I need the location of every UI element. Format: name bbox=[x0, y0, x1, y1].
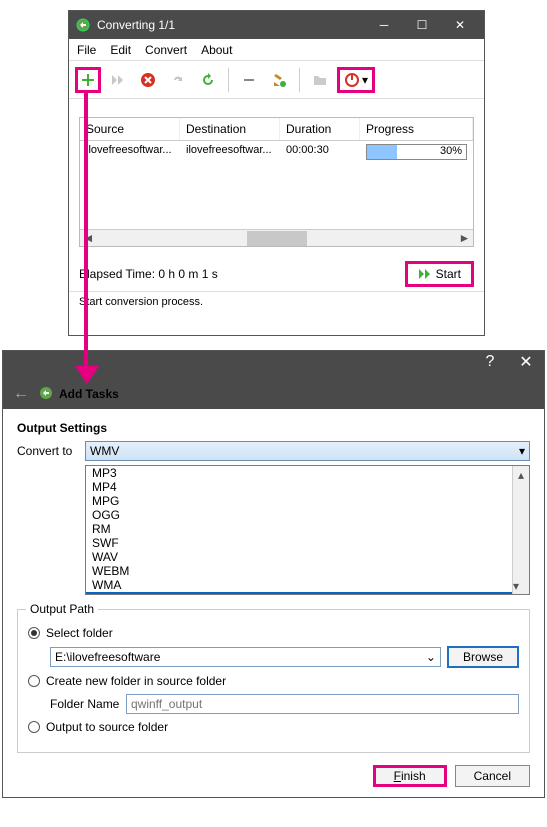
progress-label: 30% bbox=[440, 145, 462, 157]
convert-to-combo[interactable]: WMV ▾ bbox=[85, 441, 530, 461]
cell-duration: 00:00:30 bbox=[280, 141, 360, 163]
radio-label: Select folder bbox=[46, 626, 113, 640]
combo-selected-value: WMV bbox=[90, 444, 119, 458]
play-next-icon[interactable] bbox=[105, 67, 131, 93]
close-button[interactable]: ✕ bbox=[442, 14, 478, 36]
annotation-arrow bbox=[84, 92, 88, 372]
list-item[interactable]: MP3 bbox=[86, 466, 529, 480]
list-item[interactable]: MPG bbox=[86, 494, 529, 508]
output-path-legend: Output Path bbox=[26, 602, 98, 616]
cell-progress: 30% bbox=[360, 141, 473, 163]
radio-dot-icon bbox=[28, 721, 40, 733]
open-folder-icon[interactable] bbox=[307, 67, 333, 93]
refresh-icon[interactable] bbox=[195, 67, 221, 93]
add-tasks-dialog: ? ✕ ← Add Tasks Output Settings Convert … bbox=[2, 350, 545, 798]
titlebar[interactable]: Converting 1/1 ─ ☐ ✕ bbox=[69, 11, 484, 39]
list-item[interactable]: SWF bbox=[86, 536, 529, 550]
list-item[interactable]: OGG bbox=[86, 508, 529, 522]
horizontal-scrollbar[interactable]: ◄ ► bbox=[80, 229, 473, 246]
redo-icon[interactable] bbox=[165, 67, 191, 93]
radio-select-folder[interactable]: Select folder bbox=[28, 626, 519, 640]
browse-button[interactable]: Browse bbox=[447, 646, 519, 668]
radio-dot-icon bbox=[28, 627, 40, 639]
radio-output-source[interactable]: Output to source folder bbox=[28, 720, 519, 734]
output-settings-heading: Output Settings bbox=[17, 421, 530, 435]
toolbar-separator bbox=[228, 68, 229, 92]
list-item[interactable]: WMA bbox=[86, 578, 529, 592]
finish-button[interactable]: Finish bbox=[373, 765, 447, 787]
col-destination[interactable]: Destination bbox=[180, 118, 280, 140]
dropdown-caret-icon: ⌄ bbox=[426, 650, 436, 664]
scroll-right-icon[interactable]: ► bbox=[456, 230, 473, 247]
annotation-arrow-head bbox=[75, 366, 99, 384]
list-item[interactable]: RM bbox=[86, 522, 529, 536]
dropdown-caret-icon: ▾ bbox=[519, 444, 525, 458]
convert-to-label: Convert to bbox=[17, 444, 79, 458]
radio-label: Output to source folder bbox=[46, 720, 168, 734]
start-button[interactable]: Start bbox=[405, 261, 474, 287]
cell-destination: ilovefreesoftwar... bbox=[180, 141, 280, 163]
list-scrollbar[interactable]: ▴ ▾ bbox=[512, 466, 529, 594]
toolbar: ▾ bbox=[69, 61, 484, 99]
radio-create-folder[interactable]: Create new folder in source folder bbox=[28, 674, 519, 688]
cancel-button[interactable]: Cancel bbox=[455, 765, 530, 787]
help-button[interactable]: ? bbox=[472, 351, 508, 373]
cell-source: ilovefreesoftwar... bbox=[80, 141, 180, 163]
table-row[interactable]: ilovefreesoftwar... ilovefreesoftwar... … bbox=[80, 141, 473, 163]
window-title: Converting 1/1 bbox=[97, 18, 366, 32]
scroll-left-icon[interactable]: ◄ bbox=[80, 230, 97, 247]
app-icon bbox=[39, 386, 53, 403]
play-icon bbox=[418, 268, 432, 280]
col-duration[interactable]: Duration bbox=[280, 118, 360, 140]
menu-about[interactable]: About bbox=[201, 43, 232, 57]
clear-icon[interactable] bbox=[266, 67, 292, 93]
col-source[interactable]: Source bbox=[80, 118, 180, 140]
minimize-button[interactable]: ─ bbox=[366, 14, 402, 36]
dialog-title: Add Tasks bbox=[59, 387, 119, 401]
power-dropdown-button[interactable]: ▾ bbox=[337, 67, 375, 93]
menu-edit[interactable]: Edit bbox=[110, 43, 131, 57]
start-button-label: Start bbox=[436, 267, 461, 281]
dropdown-caret-icon: ▾ bbox=[362, 73, 368, 87]
col-progress[interactable]: Progress bbox=[360, 118, 473, 140]
add-task-button[interactable] bbox=[75, 67, 101, 93]
radio-label: Create new folder in source folder bbox=[46, 674, 226, 688]
back-icon[interactable]: ← bbox=[9, 385, 33, 403]
elapsed-time-label: Elapsed Time: 0 h 0 m 1 s bbox=[79, 267, 405, 281]
format-listbox[interactable]: MP3MP4MPGOGGRMSWFWAVWEBMWMAWMV ▴ ▾ bbox=[85, 465, 530, 595]
menubar: File Edit Convert About bbox=[69, 39, 484, 61]
menu-convert[interactable]: Convert bbox=[145, 43, 187, 57]
maximize-button[interactable]: ☐ bbox=[404, 14, 440, 36]
statusbar: Start conversion process. bbox=[69, 291, 484, 312]
toolbar-separator bbox=[299, 68, 300, 92]
folder-name-label: Folder Name bbox=[50, 697, 120, 711]
folder-path-combo[interactable]: E:\ilovefreesoftware ⌄ bbox=[50, 647, 441, 667]
scroll-down-icon[interactable]: ▾ bbox=[513, 577, 519, 594]
scroll-up-icon[interactable]: ▴ bbox=[513, 466, 529, 483]
remove-icon[interactable] bbox=[236, 67, 262, 93]
progress-bar: 30% bbox=[366, 144, 467, 160]
stop-icon[interactable] bbox=[135, 67, 161, 93]
output-path-group: Output Path Select folder E:\ilovefreeso… bbox=[17, 609, 530, 753]
app-icon bbox=[75, 17, 91, 33]
scroll-thumb[interactable] bbox=[247, 231, 307, 246]
list-item[interactable]: WAV bbox=[86, 550, 529, 564]
radio-dot-icon bbox=[28, 675, 40, 687]
tasks-table: Source Destination Duration Progress ilo… bbox=[79, 117, 474, 247]
close-button[interactable]: ✕ bbox=[508, 351, 544, 373]
list-item[interactable]: WMV bbox=[86, 592, 529, 595]
converter-main-window: Converting 1/1 ─ ☐ ✕ File Edit Convert A… bbox=[68, 10, 485, 336]
folder-path-value: E:\ilovefreesoftware bbox=[55, 650, 160, 664]
progress-fill bbox=[367, 145, 397, 159]
list-item[interactable]: WEBM bbox=[86, 564, 529, 578]
list-item[interactable]: MP4 bbox=[86, 480, 529, 494]
folder-name-input[interactable] bbox=[126, 694, 519, 714]
menu-file[interactable]: File bbox=[77, 43, 96, 57]
